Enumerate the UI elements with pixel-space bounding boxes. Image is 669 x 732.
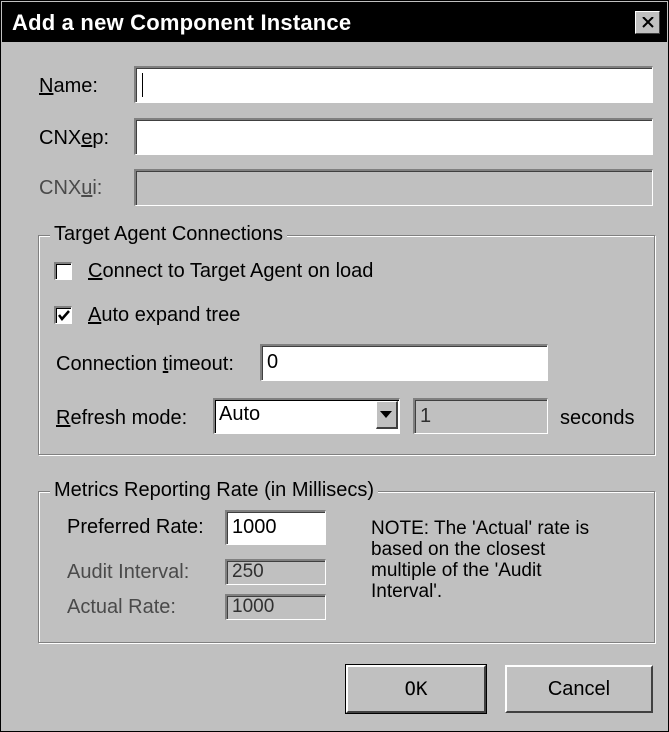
preferred-rate-value: 1000 [232, 516, 277, 538]
connection-timeout-input[interactable]: 0 [260, 344, 548, 381]
seconds-label: seconds [560, 407, 635, 429]
refresh-mode-select[interactable]: Auto [213, 398, 400, 434]
rate-note-line: based on the closest [371, 539, 546, 560]
refresh-mode-label: Refresh mode: [56, 407, 188, 429]
text-caret [142, 73, 143, 97]
dialog-title: Add a new Component Instance [12, 10, 352, 35]
connection-timeout-label: Connection timeout: [56, 353, 234, 375]
refresh-interval-field: 1 [413, 398, 548, 434]
connect-on-load-label[interactable]: Connect to Target Agent on load [88, 260, 373, 283]
refresh-interval-value: 1 [420, 405, 432, 427]
ok-button-label: OK [404, 678, 428, 700]
target-agent-group-title: Target Agent Connections [50, 223, 288, 246]
audit-interval-label: Audit Interval: [67, 561, 190, 583]
auto-expand-label[interactable]: Auto expand tree [88, 304, 240, 327]
rate-note-line: Interval'. [371, 581, 443, 602]
cnxep-label: CNXep: [39, 127, 110, 149]
refresh-mode-dropdown-button[interactable] [376, 401, 398, 429]
metrics-group-title: Metrics Reporting Rate (in Millisecs) [50, 479, 379, 502]
cnxui-label: CNXui: [39, 177, 103, 199]
rate-note-line: multiple of the 'Audit [371, 560, 542, 581]
auto-expand-checkbox[interactable] [54, 306, 72, 324]
audit-interval-field: 250 [225, 559, 326, 585]
title-bar[interactable]: Add a new Component Instance [2, 2, 667, 42]
rate-note: NOTE: The 'Actual' rate is based on the … [371, 518, 589, 602]
audit-interval-value: 250 [232, 561, 264, 582]
ok-button[interactable]: OK [345, 664, 487, 714]
preferred-rate-input[interactable]: 1000 [225, 510, 326, 545]
dialog-window: Add a new Component Instance Name: CNXep… [0, 0, 669, 732]
cancel-button[interactable]: Cancel [505, 665, 653, 713]
actual-rate-label: Actual Rate: [67, 596, 176, 618]
connection-timeout-value: 0 [267, 351, 279, 373]
name-field[interactable] [134, 66, 653, 103]
actual-rate-value: 1000 [232, 596, 275, 617]
cnxep-field[interactable] [134, 118, 653, 155]
refresh-mode-selected: Auto [219, 403, 261, 425]
chevron-down-icon [380, 411, 392, 418]
connect-on-load-checkbox[interactable] [54, 262, 72, 280]
rate-note-line: NOTE: The 'Actual' rate is [371, 518, 590, 539]
name-label: Name: [39, 75, 98, 97]
close-button[interactable] [635, 11, 660, 34]
cnxui-field [134, 169, 653, 206]
preferred-rate-label: Preferred Rate: [67, 516, 204, 538]
checkmark-icon [58, 310, 70, 321]
cancel-button-label: Cancel [547, 678, 611, 700]
actual-rate-field: 1000 [225, 594, 326, 620]
close-icon [642, 17, 654, 28]
